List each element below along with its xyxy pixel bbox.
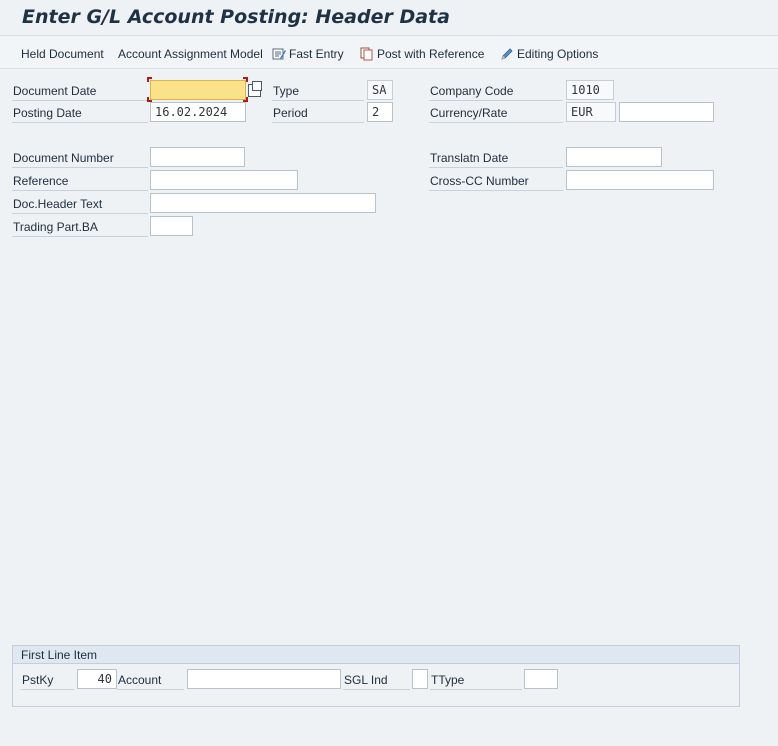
document-number-label: Document Number xyxy=(13,151,114,165)
reference-underline xyxy=(12,190,148,191)
doc-header-text-underline xyxy=(12,213,148,214)
posting-date-label: Posting Date xyxy=(13,106,82,120)
account-field[interactable] xyxy=(187,669,341,689)
type-underline xyxy=(272,100,364,101)
type-field[interactable]: SA xyxy=(367,80,393,100)
held-document-label: Held Document xyxy=(21,47,104,61)
first-line-item-title: First Line Item xyxy=(21,648,98,662)
focus-corner xyxy=(243,77,248,82)
sgl-ind-field[interactable] xyxy=(412,669,428,689)
editing-options-button[interactable]: Editing Options xyxy=(500,46,598,62)
trading-part-ba-field[interactable] xyxy=(150,216,193,236)
document-date-label: Document Date xyxy=(13,84,97,98)
translatn-date-underline xyxy=(429,167,563,168)
currency-rate-underline xyxy=(429,122,563,123)
trading-part-ba-label: Trading Part.BA xyxy=(13,220,98,234)
editing-options-label: Editing Options xyxy=(517,47,599,61)
account-assignment-model-button[interactable]: Account Assignment Model xyxy=(118,46,263,62)
document-number-field[interactable] xyxy=(150,147,245,167)
pstky-field[interactable]: 40 xyxy=(77,669,117,689)
page-title: Enter G/L Account Posting: Header Data xyxy=(22,6,450,28)
posting-date-underline xyxy=(12,122,148,123)
translatn-date-field[interactable] xyxy=(566,147,662,167)
doc-header-text-field[interactable] xyxy=(150,193,376,213)
posting-date-field[interactable]: 16.02.2024 xyxy=(150,102,246,122)
post-with-reference-label: Post with Reference xyxy=(377,47,485,61)
ttype-label: TType xyxy=(431,673,465,687)
sgl-ind-label: SGL Ind xyxy=(344,673,388,687)
application-toolbar: Held Document Account Assignment Model F… xyxy=(0,37,778,69)
document-number-underline xyxy=(12,167,148,168)
post-with-reference-button[interactable]: Post with Reference xyxy=(360,46,484,62)
cross-cc-number-label: Cross-CC Number xyxy=(430,174,529,188)
cross-cc-number-field[interactable] xyxy=(566,170,714,190)
cross-cc-number-underline xyxy=(429,190,563,191)
company-code-underline xyxy=(429,100,563,101)
fast-entry-label: Fast Entry xyxy=(289,47,344,61)
held-document-button[interactable]: Held Document xyxy=(21,46,104,62)
fast-entry-button[interactable]: Fast Entry xyxy=(272,46,344,62)
exchange-rate-field[interactable] xyxy=(619,102,714,122)
company-code-field[interactable]: 1010 xyxy=(566,80,614,100)
pstky-underline xyxy=(21,689,74,690)
currency-field[interactable]: EUR xyxy=(566,102,616,122)
document-date-field[interactable] xyxy=(150,80,246,100)
sgl-ind-underline xyxy=(343,689,410,690)
doc-header-text-label: Doc.Header Text xyxy=(13,197,103,211)
currency-rate-label: Currency/Rate xyxy=(430,106,508,120)
copy-document-icon xyxy=(360,47,373,61)
pstky-label: PstKy xyxy=(22,673,54,687)
account-label: Account xyxy=(118,673,162,687)
title-bar: Enter G/L Account Posting: Header Data xyxy=(0,0,778,36)
focus-corner xyxy=(147,77,152,82)
ttype-underline xyxy=(430,689,522,690)
account-underline xyxy=(117,689,184,690)
period-field[interactable]: 2 xyxy=(367,102,393,122)
company-code-label: Company Code xyxy=(430,84,514,98)
trading-part-ba-underline xyxy=(12,236,148,237)
account-assignment-model-label: Account Assignment Model xyxy=(118,47,263,61)
type-label: Type xyxy=(273,84,300,98)
first-line-item-header: First Line Item xyxy=(13,646,739,664)
reference-field[interactable] xyxy=(150,170,298,190)
ttype-field[interactable] xyxy=(524,669,558,689)
pencil-icon xyxy=(501,48,513,60)
value-help-icon[interactable] xyxy=(248,81,262,97)
fast-entry-icon xyxy=(272,48,286,60)
first-line-item-group: First Line Item PstKy 40 Account SGL Ind… xyxy=(12,645,740,707)
translatn-date-label: Translatn Date xyxy=(430,151,509,165)
document-date-underline xyxy=(12,100,148,101)
period-underline xyxy=(272,122,364,123)
period-label: Period xyxy=(273,106,308,120)
reference-label: Reference xyxy=(13,174,69,188)
